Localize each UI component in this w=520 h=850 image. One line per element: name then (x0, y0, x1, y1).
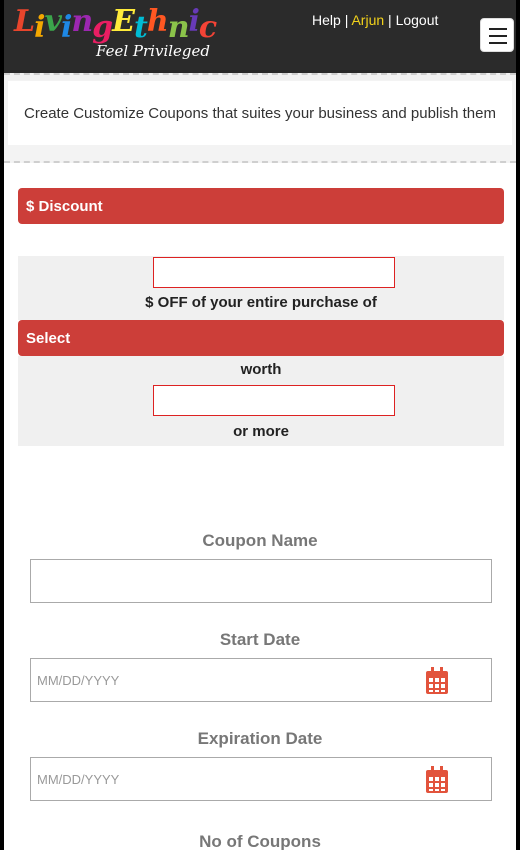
worth-amount-input[interactable] (153, 385, 395, 416)
expiration-date-label: Expiration Date (197, 729, 323, 748)
discount-amount-box: $ OFF of your entire purchase of (18, 256, 504, 320)
or-more-text: or more (233, 423, 289, 440)
worth-text: worth (240, 361, 282, 378)
calendar-icon[interactable] (425, 667, 449, 695)
start-date-placeholder: MM/DD/YYYY (37, 672, 120, 688)
start-date-input[interactable]: MM/DD/YYYY (30, 658, 492, 702)
intro-banner: Create Customize Coupons that suites you… (4, 73, 516, 163)
worth-box: worth or more (18, 356, 504, 446)
logo[interactable]: LivingEthnic Feel Privileged (14, 4, 217, 68)
logout-link[interactable]: Logout (396, 12, 439, 28)
calendar-icon[interactable] (425, 766, 449, 794)
app-frame: LivingEthnic Feel Privileged Help | Arju… (4, 0, 516, 850)
top-bar: LivingEthnic Feel Privileged Help | Arju… (4, 0, 516, 73)
coupon-name-input[interactable] (30, 559, 492, 603)
user-link[interactable]: Arjun (351, 12, 384, 28)
link-separator: | (344, 12, 349, 28)
logo-tagline: Feel Privileged (96, 42, 210, 60)
logo-text: LivingEthnic (14, 4, 217, 45)
no-of-coupons-label: No of Coupons (199, 832, 321, 850)
select-dropdown[interactable]: Select (18, 320, 504, 356)
hamburger-menu-icon[interactable] (480, 18, 514, 52)
start-date-label: Start Date (219, 630, 301, 649)
off-text: $ OFF of your entire purchase of (145, 294, 377, 311)
expiration-date-placeholder: MM/DD/YYYY (37, 771, 120, 787)
header-links: Help | Arjun | Logout (312, 12, 438, 28)
link-separator: | (388, 12, 392, 28)
discount-header: $ Discount (18, 188, 504, 224)
discount-amount-input[interactable] (153, 257, 395, 288)
coupon-name-label: Coupon Name (202, 531, 318, 550)
intro-text: Create Customize Coupons that suites you… (8, 81, 512, 145)
help-link[interactable]: Help (312, 12, 341, 28)
expiration-date-input[interactable]: MM/DD/YYYY (30, 757, 492, 801)
